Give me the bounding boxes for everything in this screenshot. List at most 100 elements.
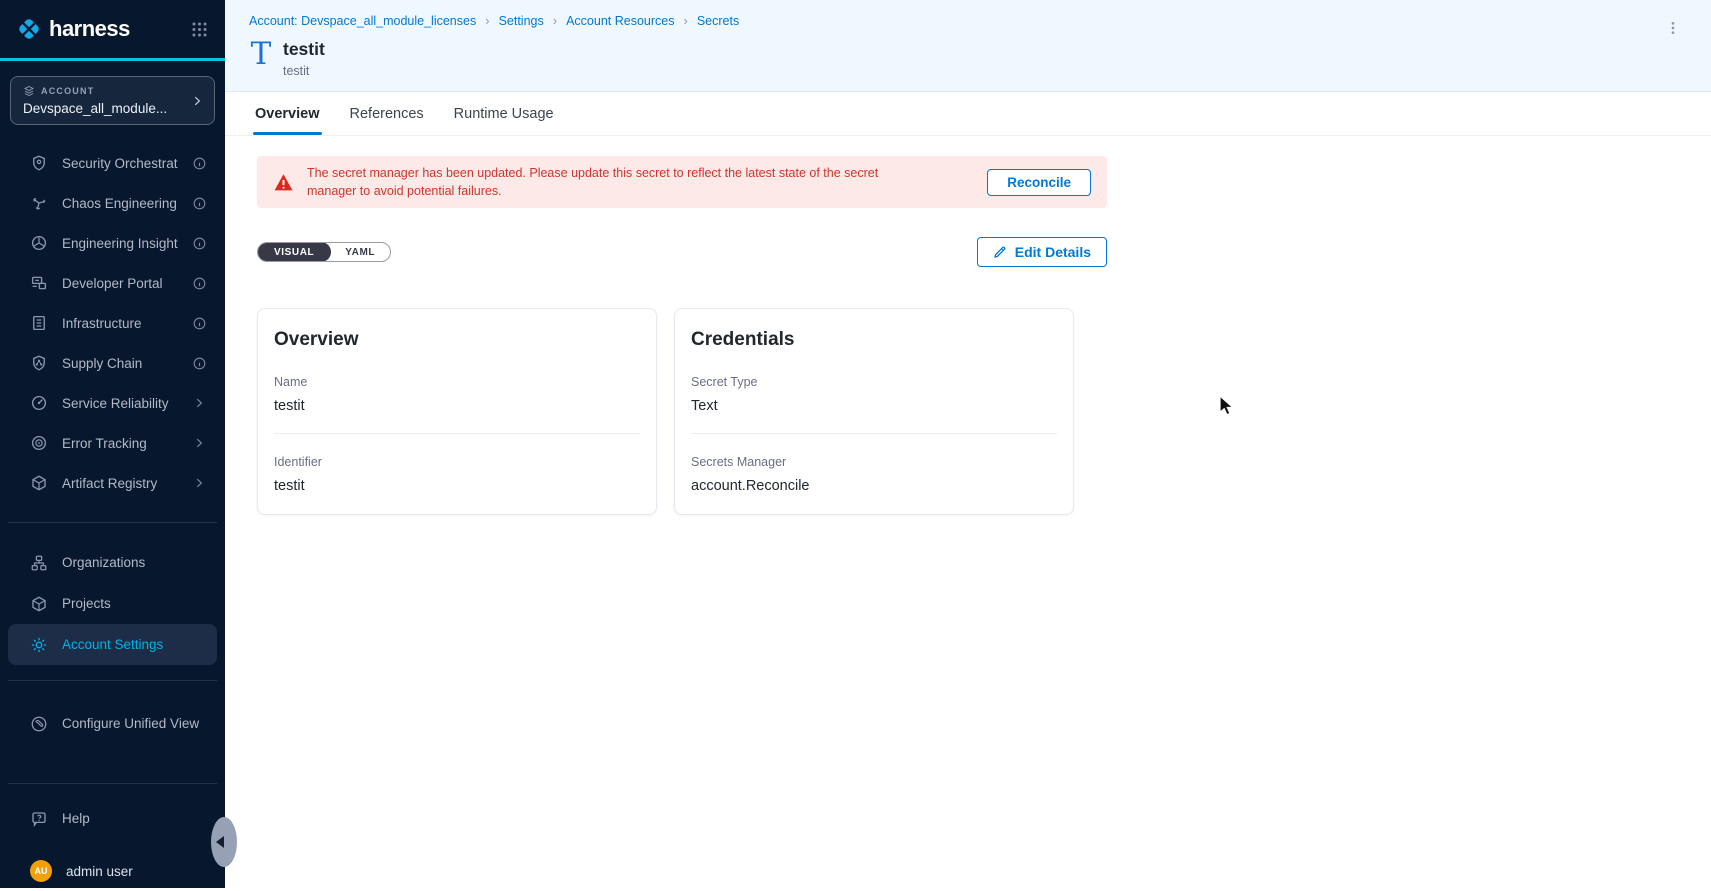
sidebar-item-service-reliability[interactable]: Service Reliability [0, 383, 225, 423]
apps-grid-icon[interactable] [190, 20, 209, 39]
sidebar-divider [8, 680, 217, 681]
breadcrumb-secrets-link[interactable]: Secrets [697, 14, 739, 28]
chevron-right-icon [192, 476, 207, 491]
overview-tab-panel: The secret manager has been updated. Ple… [225, 136, 1711, 515]
sidebar-item-projects[interactable]: Projects [0, 583, 225, 624]
cube-icon [30, 595, 48, 613]
info-icon[interactable] [192, 316, 207, 331]
avatar: AU [30, 860, 52, 882]
sidebar-item-organizations[interactable]: Organizations [0, 542, 225, 583]
info-icon[interactable] [192, 156, 207, 171]
chevron-right-icon [192, 436, 207, 451]
toggle-yaml[interactable]: YAML [330, 243, 390, 261]
sidebar-item-account-settings[interactable]: Account Settings [8, 624, 217, 665]
sidebar-item-supply-chain[interactable]: Supply Chain [0, 343, 225, 383]
page-header: Account: Devspace_all_module_licenses › … [225, 0, 1711, 92]
logo-wordmark: harness [49, 16, 130, 42]
visual-yaml-toggle[interactable]: VISUAL YAML [257, 242, 391, 262]
overview-card: Overview Name testit Identifier testit [257, 308, 657, 515]
field-label-name: Name [274, 375, 640, 389]
sidebar-divider [8, 522, 217, 523]
sidebar: harness ACCOUNT Devspace_all_module... S… [0, 0, 225, 888]
user-name: admin user [66, 864, 207, 879]
breadcrumb-separator-icon: › [485, 13, 489, 28]
toolbar: VISUAL YAML Edit Details [257, 236, 1107, 268]
card-title: Overview [274, 329, 640, 351]
chevron-right-icon [192, 396, 207, 411]
tab-runtime-usage[interactable]: Runtime Usage [452, 92, 556, 135]
secret-text-type-icon: T [249, 39, 273, 69]
breadcrumb-account-link[interactable]: Account: Devspace_all_module_licenses [249, 14, 476, 28]
gauge-icon [30, 394, 48, 412]
sidebar-header: harness [0, 0, 225, 61]
title-block: T testit testit [249, 39, 1687, 78]
toggle-visual[interactable]: VISUAL [257, 242, 331, 262]
sitemap-icon [30, 554, 48, 572]
breadcrumb-separator-icon: › [553, 13, 557, 28]
breadcrumb-settings-link[interactable]: Settings [499, 14, 544, 28]
help-bubble-icon [30, 810, 48, 828]
field-value-name: testit [274, 398, 640, 414]
field-value-identifier: testit [274, 478, 640, 494]
sidebar-item-error-tracking[interactable]: Error Tracking [0, 423, 225, 463]
chevron-left-icon [216, 836, 224, 848]
field-label-identifier: Identifier [274, 455, 640, 469]
pencil-icon [993, 245, 1007, 259]
breadcrumb-account-resources-link[interactable]: Account Resources [566, 14, 674, 28]
account-name: Devspace_all_module... [23, 101, 202, 116]
target-icon [30, 434, 48, 452]
edit-details-button[interactable]: Edit Details [977, 237, 1107, 267]
account-scope-label: ACCOUNT [41, 86, 94, 96]
sidebar-item-developer-portal[interactable]: Developer Portal [0, 263, 225, 303]
page-subtitle: testit [283, 64, 325, 78]
field-value-secret-type: Text [691, 398, 1057, 414]
card-divider [691, 433, 1057, 434]
cube-icon [30, 474, 48, 492]
field-label-secrets-manager: Secrets Manager [691, 455, 1057, 469]
reconcile-button[interactable]: Reconcile [987, 169, 1091, 196]
sidebar-item-user-profile[interactable]: AU admin user [0, 851, 225, 891]
field-value-secrets-manager: account.Reconcile [691, 478, 1057, 494]
sidebar-item-engineering-insights[interactable]: Engineering Insights [0, 223, 225, 263]
sidebar-item-help[interactable]: Help [0, 798, 225, 839]
sidebar-item-configure-unified-view[interactable]: Configure Unified View [0, 703, 225, 744]
tab-references[interactable]: References [348, 92, 426, 135]
portal-icon [30, 274, 48, 292]
sidebar-item-artifact-registry[interactable]: Artifact Registry [0, 463, 225, 503]
shield-icon [30, 154, 48, 172]
secret-manager-warning-banner: The secret manager has been updated. Ple… [257, 156, 1107, 208]
gear-icon [30, 636, 48, 654]
info-icon[interactable] [192, 276, 207, 291]
sidebar-item-infrastructure[interactable]: Infrastructure [0, 303, 225, 343]
breadcrumb: Account: Devspace_all_module_licenses › … [249, 13, 1687, 28]
sidebar-item-security-orchestration[interactable]: Security Orchestrat... [0, 143, 225, 183]
card-divider [274, 433, 640, 434]
credentials-card: Credentials Secret Type Text Secrets Man… [674, 308, 1074, 515]
warning-message: The secret manager has been updated. Ple… [307, 164, 907, 200]
detail-cards: Overview Name testit Identifier testit C… [257, 308, 1711, 515]
harness-logo[interactable]: harness [16, 16, 130, 42]
supply-chain-icon [30, 354, 48, 372]
card-title: Credentials [691, 329, 1057, 351]
info-icon[interactable] [192, 196, 207, 211]
layers-icon [23, 85, 35, 97]
main-content: Account: Devspace_all_module_licenses › … [225, 0, 1711, 888]
page-title: testit [283, 39, 325, 60]
warning-triangle-icon [273, 172, 294, 193]
chevron-right-icon [190, 94, 204, 108]
wrench-icon [30, 715, 48, 733]
info-icon[interactable] [192, 356, 207, 371]
kebab-menu-icon[interactable] [1661, 14, 1685, 42]
sidebar-divider [8, 783, 217, 784]
tab-bar: Overview References Runtime Usage [225, 92, 1711, 136]
info-icon[interactable] [192, 236, 207, 251]
sidebar-item-chaos-engineering[interactable]: Chaos Engineering [0, 183, 225, 223]
insights-icon [30, 234, 48, 252]
tab-overview[interactable]: Overview [253, 92, 322, 135]
breadcrumb-separator-icon: › [683, 13, 687, 28]
harness-logo-icon [16, 16, 42, 42]
account-selector[interactable]: ACCOUNT Devspace_all_module... [10, 76, 215, 125]
sidebar-collapse-handle[interactable] [211, 817, 237, 867]
infrastructure-icon [30, 314, 48, 332]
module-list: Security Orchestrat... Chaos Engineering… [0, 125, 225, 503]
